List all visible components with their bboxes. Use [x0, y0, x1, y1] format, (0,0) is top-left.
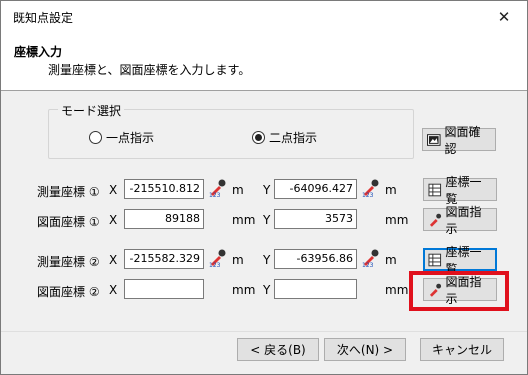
next-button[interactable]: 次へ(N) > — [324, 338, 406, 361]
survey-coord-2-y-unit: m — [385, 253, 397, 267]
survey-coord-1-y-axis: Y — [263, 183, 271, 197]
highlight-box — [409, 271, 509, 311]
survey-coord-1-label: 測量座標 ① — [37, 185, 100, 199]
confirm-drawing-button[interactable]: 図面確認 — [422, 125, 496, 156]
survey-coord-1-x-axis: X — [109, 183, 118, 197]
drawing-coord-2-y-axis: Y — [263, 283, 271, 297]
survey-coord-1-y-unit: m — [385, 183, 397, 197]
svg-text:123: 123 — [209, 262, 221, 268]
drawing-coord-1-y-input[interactable]: 3573 — [274, 209, 357, 229]
drawing-coord-1-y-axis: Y — [263, 213, 271, 227]
cancel-button[interactable]: キャンセル — [420, 338, 504, 361]
svg-text:123: 123 — [362, 192, 374, 198]
radio-two-point-label: 二点指示 — [269, 131, 318, 145]
wizard-header: 座標入力 測量座標と、図面座標を入力します。 — [1, 33, 527, 91]
eyedropper-icon[interactable]: 123 — [207, 178, 227, 198]
radio-two-point[interactable]: 二点指示 — [252, 129, 317, 146]
table-icon — [428, 253, 442, 266]
title-bar: 既知点設定 ✕ — [1, 1, 527, 33]
drawing-coord-1-label: 図面座標 ① — [37, 215, 100, 229]
coord-list-1-label: 座標一覧 — [445, 174, 482, 206]
page-title: 座標入力 — [14, 45, 63, 59]
dialog-footer: < 戻る(B) 次へ(N) > キャンセル — [1, 331, 527, 374]
svg-text:123: 123 — [209, 192, 221, 198]
drawing-coord-2-x-axis: X — [109, 283, 118, 297]
coord-list-1-button[interactable]: 座標一覧 — [423, 175, 497, 206]
survey-coord-2-x-unit: m — [232, 253, 244, 267]
survey-coord-1-x-input[interactable]: -215510.812 — [124, 179, 204, 199]
mode-groupbox: モード選択 一点指示 二点指示 — [48, 102, 414, 159]
drawing-coord-1-x-input[interactable]: 89188 — [124, 209, 204, 229]
survey-coord-2-y-input[interactable]: -63956.86 — [274, 249, 357, 269]
confirm-drawing-label: 図面確認 — [444, 124, 481, 156]
radio-single-point[interactable]: 一点指示 — [89, 129, 154, 146]
drawing-pick-1-button[interactable]: 図面指示 — [423, 205, 497, 236]
window-title: 既知点設定 — [13, 11, 74, 25]
back-button-label: < 戻る(B) — [250, 343, 306, 357]
radio-two-point-dot[interactable] — [252, 131, 265, 144]
survey-coord-1-y-input[interactable]: -64096.427 — [274, 179, 357, 199]
eyedropper-icon[interactable]: 123 — [360, 248, 380, 268]
eyedropper-icon[interactable]: 123 — [207, 248, 227, 268]
table-icon — [428, 183, 442, 196]
coord-list-2-button[interactable]: 座標一覧 — [423, 245, 497, 276]
next-button-label: 次へ(N) > — [336, 343, 394, 357]
survey-coord-2-x-axis: X — [109, 253, 118, 267]
radio-single-point-label: 一点指示 — [106, 131, 155, 145]
survey-coord-2-y-axis: Y — [263, 253, 271, 267]
drawing-coord-1-y-unit: mm — [385, 213, 409, 227]
svg-text:123: 123 — [362, 262, 374, 268]
close-icon[interactable]: ✕ — [481, 1, 527, 33]
drawing-pick-1-label: 図面指示 — [445, 204, 482, 236]
drawing-coord-2-x-unit: mm — [232, 283, 256, 297]
drawing-coord-1-x-unit: mm — [232, 213, 256, 227]
eyedropper-icon[interactable]: 123 — [360, 178, 380, 198]
cancel-button-label: キャンセル — [431, 343, 492, 357]
drawing-coord-2-y-input[interactable] — [274, 279, 357, 299]
survey-coord-2-label: 測量座標 ② — [37, 255, 100, 269]
radio-single-point-dot[interactable] — [89, 131, 102, 144]
survey-coord-1-x-unit: m — [232, 183, 244, 197]
drawing-coord-2-label: 図面座標 ② — [37, 285, 100, 299]
page-description: 測量座標と、図面座標を入力します。 — [48, 63, 251, 77]
back-button[interactable]: < 戻る(B) — [237, 338, 319, 361]
eyedropper-icon — [429, 213, 442, 227]
drawing-coord-1-x-axis: X — [109, 213, 118, 227]
mode-legend: モード選択 — [58, 102, 125, 119]
drawing-coord-2-y-unit: mm — [385, 283, 409, 297]
drawing-coord-2-x-input[interactable] — [124, 279, 204, 299]
picture-icon — [427, 133, 441, 146]
dialog-window: 既知点設定 ✕ 座標入力 測量座標と、図面座標を入力します。 モード選択 一点指… — [0, 0, 528, 375]
survey-coord-2-x-input[interactable]: -215582.329 — [124, 249, 204, 269]
